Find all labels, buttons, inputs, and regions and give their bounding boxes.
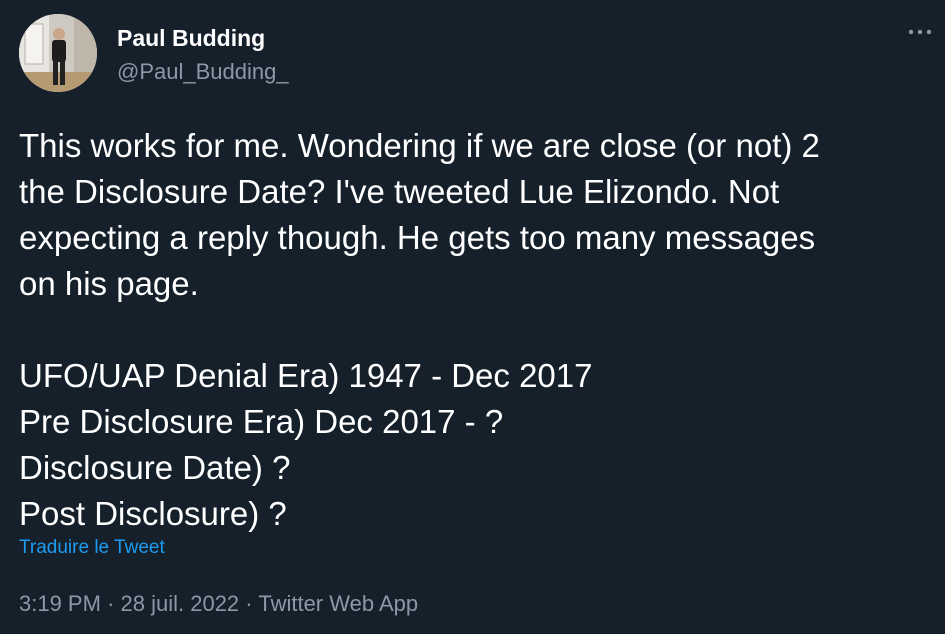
- tweet-metadata: 3:19 PM · 28 juil. 2022 · Twitter Web Ap…: [19, 590, 418, 618]
- tweet-text-line: This works for me. Wondering if we are c…: [19, 127, 820, 164]
- author-handle[interactable]: @Paul_Budding_: [117, 58, 289, 86]
- tweet-text-line: Disclosure Date) ?: [19, 449, 291, 486]
- tweet-card: Paul Budding @Paul_Budding_ This works f…: [0, 0, 945, 634]
- avatar-image: [19, 14, 97, 92]
- tweet-text-line: Pre Disclosure Era) Dec 2017 - ?: [19, 403, 504, 440]
- tweet-time[interactable]: 3:19 PM: [19, 591, 101, 616]
- tweet-date[interactable]: 28 juil. 2022: [121, 591, 240, 616]
- tweet-text-line: UFO/UAP Denial Era) 1947 - Dec 2017: [19, 357, 593, 394]
- meta-separator: ·: [107, 591, 115, 616]
- tweet-source[interactable]: Twitter Web App: [258, 591, 418, 616]
- tweet-text-line: Post Disclosure) ?: [19, 495, 287, 532]
- author-display-name[interactable]: Paul Budding: [117, 24, 265, 52]
- more-horizontal-icon[interactable]: [907, 26, 933, 38]
- tweet-text-line: on his page.: [19, 265, 199, 302]
- translate-tweet-link[interactable]: Traduire le Tweet: [19, 536, 165, 560]
- avatar[interactable]: [19, 14, 97, 92]
- tweet-text: This works for me. Wondering if we are c…: [19, 123, 929, 537]
- tweet-text-line: expecting a reply though. He gets too ma…: [19, 219, 816, 256]
- meta-separator: ·: [245, 591, 253, 616]
- tweet-text-line: the Disclosure Date? I've tweeted Lue El…: [19, 173, 780, 210]
